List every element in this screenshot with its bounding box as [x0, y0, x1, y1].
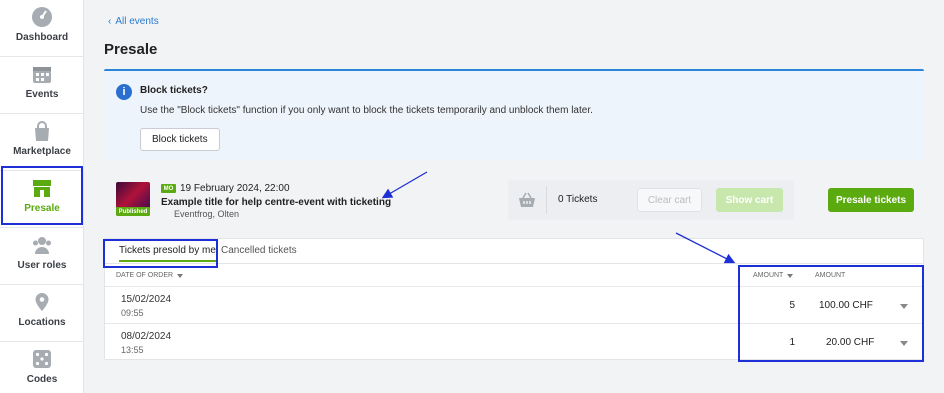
cell-time: 13:55: [121, 345, 144, 355]
divider: [546, 186, 547, 214]
sidebar-item-events[interactable]: Events: [0, 57, 84, 113]
sidebar-item-label: Dashboard: [15, 32, 69, 43]
day-badge: MO: [161, 184, 176, 193]
column-header-label: AMOUNT: [753, 272, 784, 279]
orders-table: Tickets presold by me Cancelled tickets …: [104, 238, 924, 360]
main-content: ‹ All events Presale i Block tickets? Us…: [84, 0, 944, 393]
chevron-left-icon: ‹: [108, 16, 112, 27]
cell-qty: 5: [789, 300, 795, 311]
column-header-amount-qty[interactable]: AMOUNT: [753, 272, 794, 279]
basket-icon: [519, 192, 535, 207]
tab-cancelled-tickets[interactable]: Cancelled tickets: [221, 245, 297, 256]
sidebar-item-label: Presale: [24, 203, 60, 214]
cell-time: 09:55: [121, 308, 144, 318]
sort-caret-icon: [787, 273, 794, 278]
info-box: i Block tickets? Use the "Block tickets"…: [104, 69, 924, 160]
sidebar-item-label: Marketplace: [13, 146, 71, 157]
event-row: Published MO 19 February 2024, 22:00 Exa…: [104, 170, 924, 228]
divider: [105, 286, 923, 287]
sidebar-item-dashboard[interactable]: Dashboard: [0, 0, 84, 56]
info-icon: i: [116, 84, 132, 100]
cart-ticket-count: 0 Tickets: [558, 194, 598, 205]
calendar-icon: [33, 67, 51, 83]
divider: [105, 323, 923, 324]
sidebar-item-presale[interactable]: Presale: [0, 171, 84, 227]
event-venue: Eventfrog, Olten: [174, 209, 240, 219]
presale-tickets-button[interactable]: Presale tickets: [828, 188, 914, 212]
sidebar-item-locations[interactable]: Locations: [0, 285, 84, 341]
dice-icon: [33, 350, 51, 368]
event-title: Example title for help centre-event with…: [161, 197, 392, 208]
block-tickets-button[interactable]: Block tickets: [140, 128, 220, 151]
sidebar: Dashboard Events Marketplace Presale Use…: [0, 0, 84, 393]
sort-caret-icon: [177, 273, 184, 278]
back-link-label: All events: [115, 16, 159, 27]
dashboard-icon: [32, 7, 52, 27]
info-text: Use the "Block tickets" function if you …: [140, 105, 593, 116]
info-title: Block tickets?: [140, 85, 208, 96]
published-badge: Published: [116, 207, 150, 216]
cell-price: 100.00 CHF: [819, 300, 873, 311]
clear-cart-button[interactable]: Clear cart: [637, 188, 702, 212]
shopping-bag-icon: [35, 121, 49, 141]
event-date: 19 February 2024, 22:00: [180, 183, 290, 194]
sidebar-item-label: Locations: [18, 317, 66, 328]
chevron-down-icon[interactable]: [900, 304, 908, 309]
tab-tickets-presold[interactable]: Tickets presold by me: [119, 245, 216, 262]
store-icon: [33, 180, 51, 197]
page-title: Presale: [104, 41, 158, 58]
users-icon: [33, 237, 51, 254]
sidebar-item-codes[interactable]: Codes: [0, 342, 84, 393]
sidebar-item-marketplace[interactable]: Marketplace: [0, 114, 84, 170]
cell-price: 20.00 CHF: [826, 337, 875, 348]
chevron-down-icon[interactable]: [900, 341, 908, 346]
column-header-label: DATE OF ORDER: [116, 272, 174, 279]
sidebar-item-label: Codes: [26, 374, 58, 385]
sidebar-item-label: Events: [25, 89, 59, 100]
column-header-amount-price: AMOUNT: [815, 272, 845, 279]
show-cart-button[interactable]: Show cart: [716, 188, 783, 212]
column-header-label: AMOUNT: [815, 272, 846, 279]
location-pin-icon: [35, 293, 49, 311]
cell-date: 15/02/2024: [121, 294, 172, 305]
cell-date: 08/02/2024: [121, 331, 172, 342]
column-header-date[interactable]: DATE OF ORDER: [116, 272, 184, 279]
sidebar-item-user-roles[interactable]: User roles: [0, 228, 84, 284]
cart-box: 0 Tickets Clear cart Show cart: [508, 180, 794, 220]
divider: [105, 263, 923, 264]
event-thumbnail: Published: [116, 182, 150, 216]
back-link[interactable]: ‹ All events: [108, 16, 159, 27]
sidebar-item-label: User roles: [17, 260, 67, 271]
cell-qty: 1: [789, 337, 795, 348]
